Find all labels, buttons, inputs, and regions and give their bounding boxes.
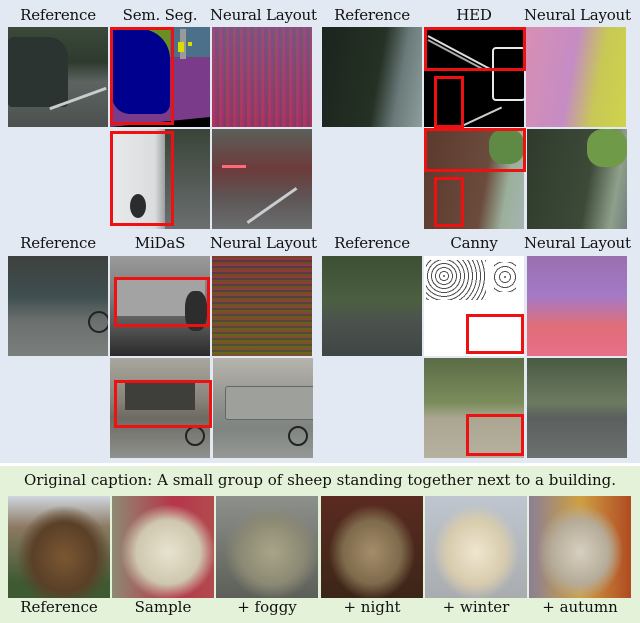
neural-layout-image	[212, 256, 312, 356]
sheep-night-image	[321, 496, 423, 598]
generated-sample-wall	[527, 129, 627, 229]
header-sem-seg: Sem. Seg.	[122, 6, 198, 24]
label-autumn: + autumn	[542, 598, 618, 616]
neural-layout-image	[526, 27, 626, 127]
header-canny: Canny	[450, 234, 498, 252]
reference-image-wall-street	[322, 27, 422, 127]
label-foggy: + foggy	[237, 598, 297, 616]
header-reference: Reference	[20, 6, 96, 24]
reference-image-van	[8, 27, 108, 127]
header-reference: Reference	[334, 6, 410, 24]
label-sample: Sample	[134, 598, 192, 616]
generated-sample-bus-cyclist	[213, 358, 313, 458]
header-neural-layout: Neural Layout	[524, 234, 631, 252]
sheep-winter-image	[425, 496, 527, 598]
label-winter: + winter	[442, 598, 510, 616]
label-reference: Reference	[20, 598, 98, 616]
header-reference: Reference	[20, 234, 96, 252]
highlight-box	[110, 131, 174, 226]
sheep-foggy-image	[216, 496, 318, 598]
highlight-box	[466, 314, 524, 354]
highlight-box	[110, 27, 174, 125]
highlight-box	[434, 76, 464, 128]
sheep-autumn-image	[529, 496, 631, 598]
header-neural-layout: Neural Layout	[210, 234, 317, 252]
header-neural-layout: Neural Layout	[524, 6, 631, 24]
highlight-box	[424, 27, 526, 71]
reference-image-bus-cyclist	[8, 256, 108, 356]
highlight-box	[114, 380, 212, 428]
neural-layout-image	[527, 256, 627, 356]
header-midas: MiDaS	[134, 234, 186, 252]
reference-image-suburban-street	[322, 256, 422, 356]
neural-layout-image	[212, 27, 312, 127]
header-neural-layout: Neural Layout	[210, 6, 317, 24]
sheep-reference-image	[8, 496, 110, 598]
highlight-box	[434, 177, 464, 227]
highlight-box	[424, 128, 526, 172]
header-hed: HED	[456, 6, 492, 24]
label-night: + night	[343, 598, 401, 616]
highlight-box	[114, 277, 210, 327]
generated-sample-street	[527, 358, 627, 458]
highlight-box	[466, 414, 524, 456]
header-reference: Reference	[334, 234, 410, 252]
original-caption: Original caption: A small group of sheep…	[23, 471, 617, 489]
generated-sample-red-van	[212, 129, 312, 229]
sheep-sample-image	[112, 496, 214, 598]
